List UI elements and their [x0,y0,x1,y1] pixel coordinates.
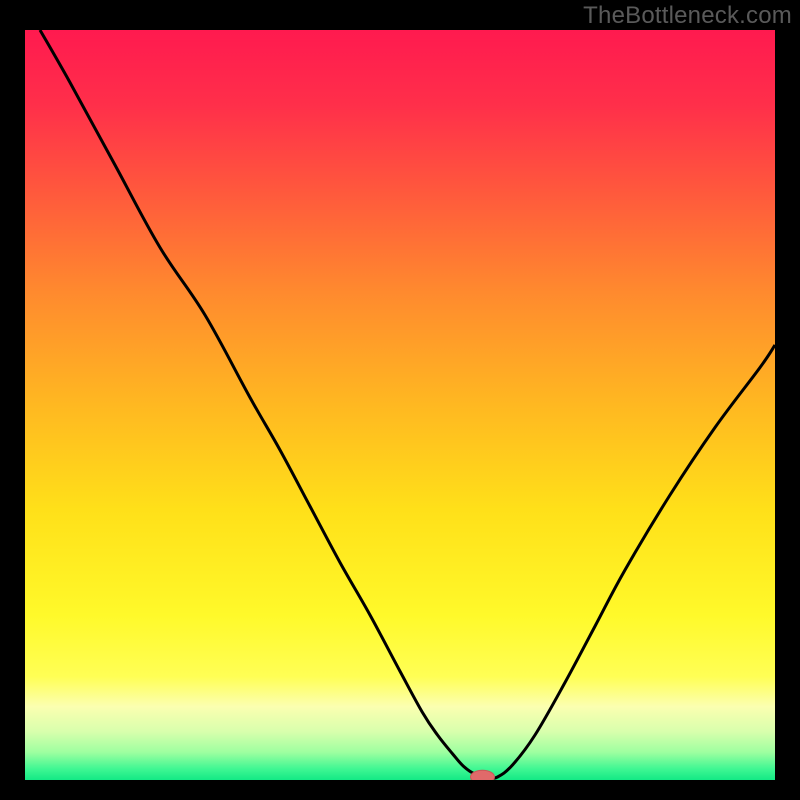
chart-frame: TheBottleneck.com [0,0,800,800]
bottleneck-chart [25,30,775,780]
optimal-marker [471,770,495,780]
watermark-text: TheBottleneck.com [583,2,792,30]
plot-background [25,30,775,780]
